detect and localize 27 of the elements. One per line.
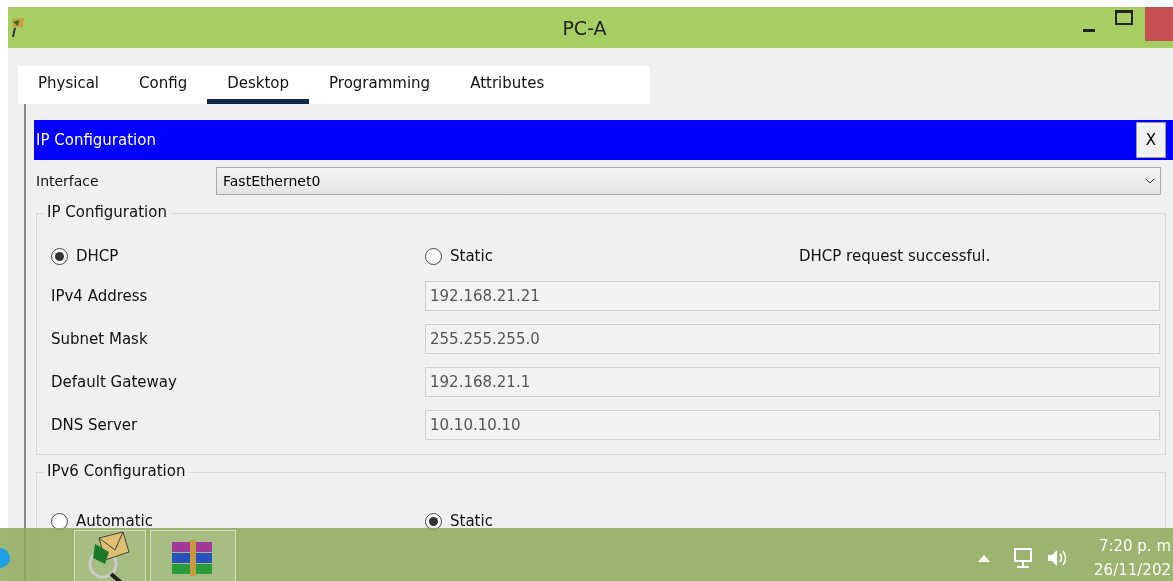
field-label: DNS Server: [51, 415, 139, 434]
text-field[interactable]: 10.10.10.10: [425, 409, 1160, 440]
radio-button[interactable]: [425, 247, 442, 265]
field-label: Interface: [35, 173, 100, 189]
window-title: PC-A: [562, 16, 607, 39]
radio-button[interactable]: [51, 247, 68, 265]
caret-icon: [1146, 178, 1154, 184]
text-field[interactable]: 192.168.21.21: [425, 280, 1160, 311]
field-label: Default Gateway: [51, 372, 178, 391]
radio-label[interactable]: Static: [450, 512, 493, 530]
group-title: IPv6 Configuration: [43, 462, 190, 480]
panel-title: IP Configuration: [36, 131, 156, 149]
field-label: Subnet Mask: [51, 329, 149, 348]
close-button[interactable]: X: [1136, 122, 1166, 158]
radio-label[interactable]: Automatic: [76, 512, 153, 530]
text-field[interactable]: 192.168.21.1: [425, 366, 1160, 397]
field-label: IPv4 Address: [51, 286, 149, 305]
taskbar-button[interactable]: [150, 530, 236, 581]
maximize-button[interactable]: [1115, 10, 1133, 25]
app-icon: [10, 16, 26, 39]
interface-dropdown[interactable]: FastEthernet0: [216, 167, 1161, 195]
radio-label[interactable]: DHCP: [76, 247, 119, 265]
text-field[interactable]: 255.255.255.0: [425, 323, 1160, 354]
radio-label[interactable]: Static: [450, 247, 493, 265]
taskbar-button[interactable]: [74, 530, 146, 581]
group-title: IP Configuration: [43, 203, 171, 221]
status-text: DHCP request successful.: [799, 247, 991, 265]
